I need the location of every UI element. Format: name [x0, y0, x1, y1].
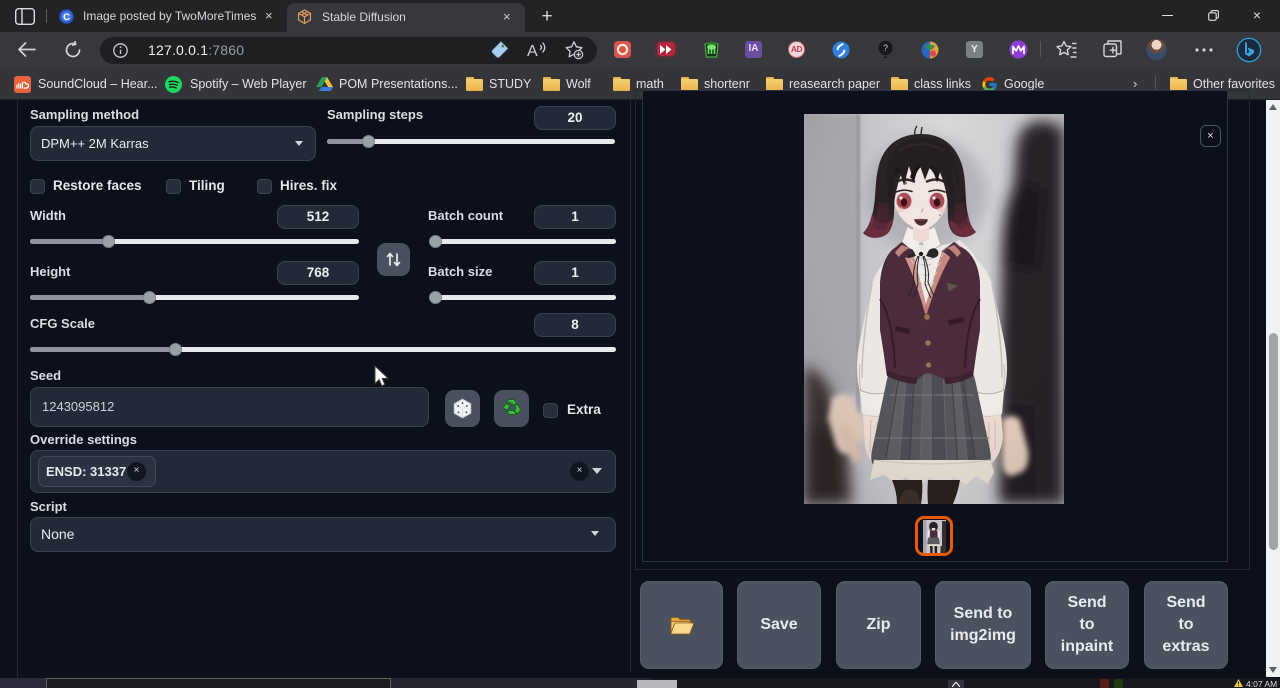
svg-text:C: C [63, 12, 70, 23]
svg-text:?: ? [883, 43, 888, 53]
svg-text:A: A [527, 43, 538, 59]
